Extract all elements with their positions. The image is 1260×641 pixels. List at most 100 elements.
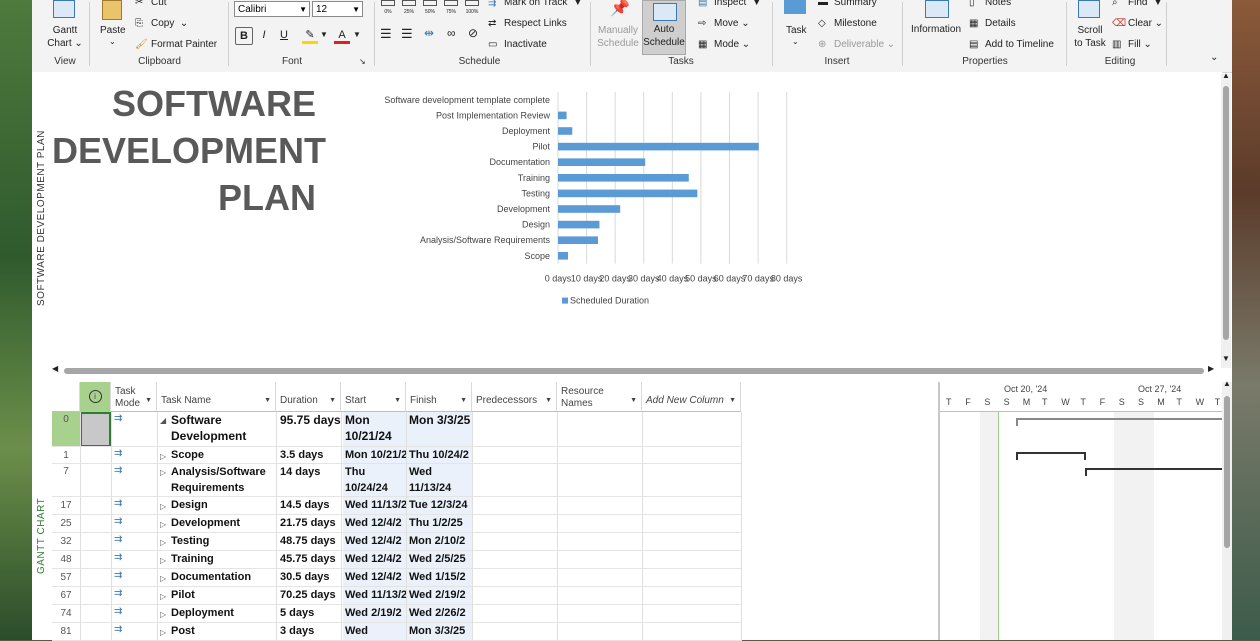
gantt-vertical-scrollbar[interactable]: ▲ — [1222, 379, 1232, 640]
resource-names-cell[interactable] — [558, 412, 643, 447]
duration-cell[interactable]: 14.5 days — [278, 497, 343, 515]
finish-cell[interactable]: Mon 3/3/25 — [407, 412, 473, 447]
predecessors-cell[interactable] — [473, 587, 558, 605]
bar[interactable] — [558, 142, 759, 151]
copy-button[interactable]: Copy ⌄ — [151, 18, 188, 29]
split-task-icon[interactable]: ⇹ — [424, 26, 434, 40]
column-header-duration[interactable]: Duration ▼ — [276, 382, 341, 412]
scroll-up-icon[interactable]: ▲ — [1223, 379, 1231, 388]
finish-cell[interactable]: Thu 1/2/25 — [407, 515, 473, 533]
indicator-cell[interactable] — [80, 533, 111, 551]
column-header-task-name[interactable]: Task Name ▼ — [157, 382, 276, 412]
start-cell[interactable]: Mon 10/21/24 — [343, 412, 407, 447]
indicator-cell[interactable] — [80, 515, 111, 533]
table-row[interactable]: 74 ⇉ ▷ Deployment 5 days Wed 2/19/2 Wed 2/26/2 — [52, 605, 742, 623]
scroll-right-icon[interactable]: ▶ — [1208, 364, 1214, 373]
deliverable-button[interactable]: Deliverable ⌄ — [834, 39, 895, 50]
resource-names-cell[interactable] — [558, 464, 643, 497]
scope-task-bar[interactable] — [1016, 452, 1086, 460]
mark-on-track-button[interactable]: Mark on Track ▼ — [504, 0, 583, 8]
row-id[interactable]: 81 — [52, 623, 80, 641]
expand-toggle-icon[interactable]: ▷ — [160, 588, 170, 605]
select-all-corner[interactable] — [52, 382, 80, 412]
duration-cell[interactable]: 14 days — [278, 464, 343, 497]
finish-cell[interactable]: Thu 10/24/2 — [407, 447, 473, 464]
predecessors-cell[interactable] — [473, 605, 558, 623]
mode-button[interactable]: Mode ⌄ — [714, 39, 750, 50]
finish-cell[interactable]: Wed 2/19/2 — [407, 587, 473, 605]
indicator-cell[interactable] — [80, 412, 111, 447]
expand-toggle-icon[interactable]: ▷ — [160, 534, 170, 551]
format-painter-button[interactable]: Format Painter — [151, 39, 217, 50]
bar[interactable] — [558, 252, 569, 260]
information-button[interactable]: Information — [911, 24, 961, 35]
column-header-add-new[interactable]: Add New Column ▼ — [642, 382, 741, 412]
task-name-cell[interactable]: Training — [171, 551, 291, 569]
resource-names-cell[interactable] — [558, 551, 643, 569]
bar[interactable] — [558, 189, 698, 198]
row-id[interactable]: 57 — [52, 569, 80, 587]
indicator-cell[interactable] — [80, 464, 111, 497]
find-button[interactable]: Find ▼ — [1128, 0, 1163, 8]
row-id[interactable]: 74 — [52, 605, 80, 623]
start-cell[interactable]: Mon 10/21/2 — [343, 447, 407, 464]
chevron-down-icon[interactable]: ▼ — [320, 30, 328, 39]
start-cell[interactable]: Wed 11/13/2 — [343, 497, 407, 515]
font-color-icon[interactable]: A — [334, 27, 350, 44]
start-cell[interactable]: Thu 10/24/24 — [343, 464, 407, 497]
predecessors-cell[interactable] — [473, 412, 558, 447]
table-row[interactable]: 25 ⇉ ▷ Development 21.75 days Wed 12/4/2 Thu 1… — [52, 515, 742, 533]
task-name-cell[interactable]: Analysis/Software Requirements — [171, 464, 291, 497]
fill-button[interactable]: Fill ⌄ — [1128, 39, 1152, 50]
percent-complete-4-button[interactable]: 100% — [464, 0, 480, 16]
scroll-down-icon[interactable]: ▼ — [1222, 354, 1230, 363]
duration-cell[interactable]: 21.75 days — [278, 515, 343, 533]
expand-toggle-icon[interactable]: ▷ — [160, 570, 170, 587]
respect-links-button[interactable]: Respect Links — [504, 18, 567, 29]
resource-names-cell[interactable] — [558, 515, 643, 533]
expand-toggle-icon[interactable]: ◢ — [160, 413, 170, 429]
column-header-start[interactable]: Start ▼ — [341, 382, 406, 412]
clear-button[interactable]: Clear ⌄ — [1128, 18, 1163, 29]
predecessors-cell[interactable] — [473, 551, 558, 569]
bar[interactable] — [558, 158, 646, 166]
duration-cell[interactable]: 70.25 days — [278, 587, 343, 605]
task-name-cell[interactable]: Post — [171, 623, 291, 641]
manually-schedule-button[interactable]: Manually Schedule — [596, 24, 640, 50]
font-family-select[interactable]: Calibri ▼ — [234, 1, 310, 17]
row-id[interactable]: 7 — [52, 464, 80, 497]
resource-names-cell[interactable] — [558, 447, 643, 464]
analysis-task-bar[interactable] — [1085, 468, 1222, 476]
task-name-cell[interactable]: Documentation — [171, 569, 291, 587]
expand-toggle-icon[interactable]: ▷ — [160, 552, 170, 569]
indicator-cell[interactable] — [80, 569, 111, 587]
indicator-cell[interactable] — [80, 551, 111, 569]
bar[interactable] — [558, 236, 599, 244]
duration-cell[interactable]: 45.75 days — [278, 551, 343, 569]
duration-cell[interactable]: 3 days — [278, 623, 343, 641]
outdent-icon[interactable]: ☰ — [380, 26, 392, 42]
resource-names-cell[interactable] — [558, 623, 643, 641]
bold-button[interactable]: B — [235, 27, 253, 45]
link-tasks-icon[interactable]: ∞ — [447, 26, 456, 40]
report-horizontal-scrollbar[interactable]: ◀ ▶ — [52, 364, 1218, 376]
finish-cell[interactable]: Wed 2/26/2 — [407, 605, 473, 623]
expand-toggle-icon[interactable]: ▷ — [160, 606, 170, 623]
resource-names-cell[interactable] — [558, 569, 643, 587]
cut-button[interactable]: Cut — [151, 0, 167, 8]
row-id[interactable]: 0 — [52, 412, 80, 447]
row-id[interactable]: 1 — [52, 447, 80, 464]
indicator-cell[interactable] — [80, 605, 111, 623]
table-row[interactable]: 48 ⇉ ▷ Training 45.75 days Wed 12/4/2 Wed 2/5/… — [52, 551, 742, 569]
predecessors-cell[interactable] — [473, 533, 558, 551]
chevron-down-icon[interactable]: ▼ — [353, 30, 361, 39]
finish-cell[interactable]: Tue 12/3/24 — [407, 497, 473, 515]
predecessors-cell[interactable] — [473, 515, 558, 533]
start-cell[interactable]: Wed — [343, 623, 407, 641]
start-cell[interactable]: Wed 12/4/2 — [343, 551, 407, 569]
auto-schedule-button[interactable]: Auto Schedule — [642, 0, 686, 55]
column-header-predecessors[interactable]: Predecessors ▼ — [472, 382, 557, 412]
start-cell[interactable]: Wed 2/19/2 — [343, 605, 407, 623]
table-row[interactable]: 32 ⇉ ▷ Testing 48.75 days Wed 12/4/2 Mon 2/10/… — [52, 533, 742, 551]
font-size-select[interactable]: 12 ▼ — [312, 1, 363, 17]
